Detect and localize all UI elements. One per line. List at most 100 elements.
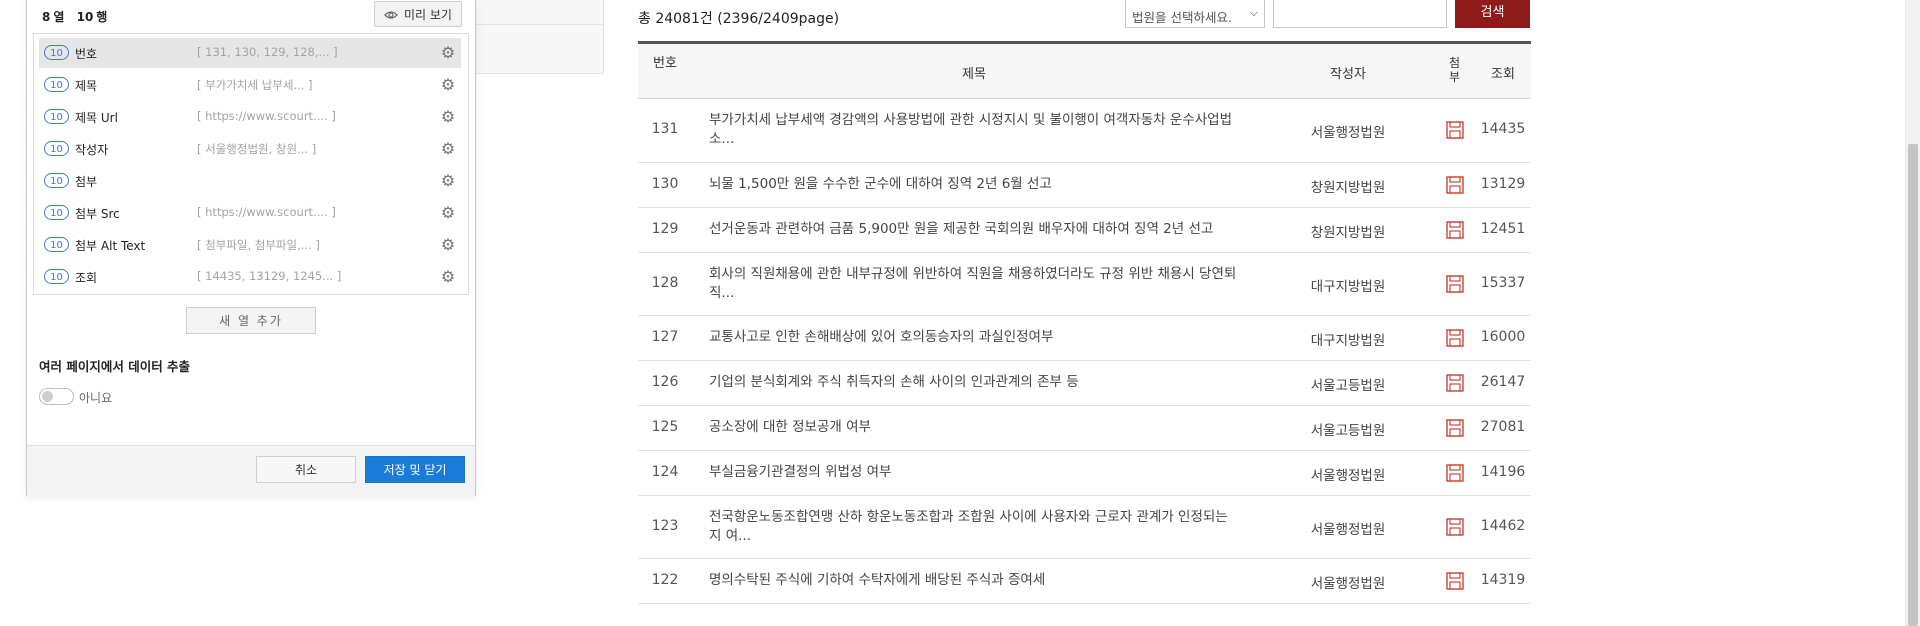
- row-title-link[interactable]: 회사의 직원채용에 관한 내부규정에 위반하여 직원을 채용하였더라도 규정 위…: [709, 265, 1239, 303]
- save-and-close-button[interactable]: 저장 및 닫기: [365, 456, 465, 483]
- table-row: 127 교통사고로 인한 손해배상에 있어 호의동승자의 과실인정여부 대구지방…: [638, 316, 1531, 361]
- field-sample: [ https://www.scourt.... ]: [197, 109, 336, 123]
- header-title: 제목: [962, 67, 986, 82]
- header-attach: 첨부: [1448, 56, 1461, 84]
- gear-icon[interactable]: ⚙: [439, 76, 457, 94]
- field-row[interactable]: 10 제목 Url [ https://www.scourt.... ] ⚙: [39, 102, 461, 132]
- attachment-icon[interactable]: [1445, 418, 1465, 438]
- scrollbar-thumb[interactable]: [1908, 144, 1918, 626]
- row-writer: 대구지방법원: [1310, 333, 1386, 349]
- court-select[interactable]: 법원을 선택하세요. ⌵: [1125, 0, 1265, 28]
- table-row: 126 기업의 분식회계와 주식 취득자의 손해 사이의 인과관계의 존부 등 …: [638, 361, 1531, 406]
- field-name: 조회: [75, 271, 98, 285]
- row-num: 126: [651, 374, 679, 390]
- search-input[interactable]: [1273, 0, 1447, 28]
- field-row[interactable]: 10 첨부 Src [ https://www.scourt.... ] ⚙: [39, 198, 461, 228]
- field-row[interactable]: 10 첨부 ⚙: [39, 166, 461, 196]
- row-num: 125: [651, 419, 679, 435]
- field-row[interactable]: 10 작성자 [ 서울행정법원, 창원... ] ⚙: [39, 134, 461, 164]
- attachment-icon[interactable]: [1445, 328, 1465, 348]
- column-count: 8: [42, 10, 51, 24]
- field-count-badge: 10: [44, 269, 69, 284]
- row-title-link[interactable]: 공소장에 대한 정보공개 여부: [709, 418, 1239, 437]
- field-row[interactable]: 10 제목 [ 부가가치세 납부세... ] ⚙: [39, 70, 461, 100]
- header-num: 번호: [653, 56, 677, 71]
- field-sample: [ 첨부파일, 첨부파일,... ]: [197, 238, 320, 252]
- table-row: 124 부실금융기관결정의 위법성 여부 서울행정법원 14196: [638, 451, 1531, 496]
- page-scrollbar[interactable]: [1905, 0, 1920, 626]
- field-row[interactable]: 10 번호 [ 131, 130, 129, 128,... ] ⚙: [39, 38, 461, 68]
- row-title-link[interactable]: 선거운동과 관련하여 금품 5,900만 원을 제공한 국회의원 배우자에 대하…: [709, 220, 1239, 239]
- row-writer: 서울고등법원: [1310, 423, 1386, 439]
- row-num: 122: [651, 572, 679, 588]
- gear-icon[interactable]: ⚙: [439, 140, 457, 158]
- table-header: 번호 제목 작성자 첨부 조회: [638, 41, 1531, 99]
- attachment-icon[interactable]: [1445, 373, 1465, 393]
- gear-icon[interactable]: ⚙: [439, 268, 457, 286]
- preview-button[interactable]: 미리 보기: [374, 1, 462, 27]
- multi-page-toggle[interactable]: [39, 388, 74, 405]
- field-sample: [ https://www.scourt.... ]: [197, 205, 336, 219]
- gear-icon[interactable]: ⚙: [439, 44, 457, 62]
- add-column-button[interactable]: 새 열 추가: [186, 307, 316, 334]
- row-num: 123: [651, 518, 679, 534]
- toggle-label: 아니요: [79, 391, 113, 405]
- field-count-badge: 10: [44, 45, 69, 60]
- field-sample: [ 부가가치세 납부세... ]: [197, 78, 313, 92]
- field-name: 작성자: [75, 143, 109, 157]
- search-button[interactable]: 검색: [1455, 0, 1530, 28]
- table-row: 125 공소장에 대한 정보공개 여부 서울고등법원 27081: [638, 406, 1531, 451]
- row-title-link[interactable]: 뇌물 1,500만 원을 수수한 군수에 대하여 징역 2년 6월 선고: [709, 175, 1239, 194]
- row-views: 14196: [1480, 464, 1526, 480]
- field-name: 첨부: [75, 175, 98, 189]
- multi-page-title: 여러 페이지에서 데이터 추출: [39, 359, 191, 374]
- row-views: 14319: [1480, 572, 1526, 588]
- field-list: 10 번호 [ 131, 130, 129, 128,... ] ⚙ 10 제목…: [33, 33, 469, 295]
- row-title-link[interactable]: 기업의 분식회계와 주식 취득자의 손해 사이의 인과관계의 존부 등: [709, 373, 1239, 392]
- attachment-icon[interactable]: [1445, 120, 1465, 140]
- background-page-fragment: [474, 24, 604, 74]
- field-sample: [ 14435, 13129, 1245... ]: [197, 269, 342, 283]
- attachment-icon[interactable]: [1445, 175, 1465, 195]
- row-num: 127: [651, 329, 679, 345]
- row-num: 128: [651, 275, 679, 291]
- field-sample: [ 서울행정법원, 창원... ]: [197, 142, 317, 156]
- table-row: 131 부가가치세 납부세액 경감액의 사용방법에 관한 시정지시 및 불이행이…: [638, 99, 1531, 163]
- attachment-icon[interactable]: [1445, 274, 1465, 294]
- gear-icon[interactable]: ⚙: [439, 204, 457, 222]
- field-count-badge: 10: [44, 141, 69, 156]
- panel-footer: 취소 저장 및 닫기: [27, 445, 475, 496]
- field-count-badge: 10: [44, 205, 69, 220]
- row-writer: 창원지방법원: [1310, 225, 1386, 241]
- gear-icon[interactable]: ⚙: [439, 236, 457, 254]
- row-title-link[interactable]: 전국항운노동조합연맹 산하 항운노동조합과 조합원 사이에 사용자와 근로자 관…: [709, 508, 1239, 546]
- attachment-icon[interactable]: [1445, 571, 1465, 591]
- row-title-link[interactable]: 부가가치세 납부세액 경감액의 사용방법에 관한 시정지시 및 불이행이 여객자…: [709, 111, 1239, 149]
- row-title-link[interactable]: 명의수탁된 주식에 기하여 수탁자에게 배당된 주식과 증여세: [709, 571, 1239, 590]
- row-title-link[interactable]: 부실금융기관결정의 위법성 여부: [709, 463, 1239, 482]
- cancel-button[interactable]: 취소: [256, 456, 356, 483]
- field-row[interactable]: 10 조회 [ 14435, 13129, 1245... ] ⚙: [39, 262, 461, 292]
- attachment-icon[interactable]: [1445, 463, 1465, 483]
- field-name: 제목 Url: [75, 111, 118, 125]
- attachment-icon[interactable]: [1445, 517, 1465, 537]
- row-num: 129: [651, 221, 679, 237]
- row-writer: 서울행정법원: [1310, 468, 1386, 484]
- chevron-down-icon: ⌵: [1249, 6, 1258, 19]
- row-writer: 서울고등법원: [1310, 378, 1386, 394]
- gear-icon[interactable]: ⚙: [439, 172, 457, 190]
- row-views: 12451: [1480, 221, 1526, 237]
- field-row[interactable]: 10 첨부 Alt Text [ 첨부파일, 첨부파일,... ] ⚙: [39, 230, 461, 260]
- field-count-badge: 10: [44, 237, 69, 252]
- row-num: 130: [651, 176, 679, 192]
- row-writer: 서울행정법원: [1310, 522, 1386, 538]
- row-num: 131: [651, 121, 679, 137]
- row-writer: 대구지방법원: [1310, 279, 1386, 295]
- row-views: 13129: [1480, 176, 1526, 192]
- row-writer: 서울행정법원: [1310, 125, 1386, 141]
- gear-icon[interactable]: ⚙: [439, 108, 457, 126]
- row-count: 10: [76, 10, 94, 24]
- attachment-icon[interactable]: [1445, 220, 1465, 240]
- field-name: 첨부 Src: [75, 207, 120, 221]
- row-title-link[interactable]: 교통사고로 인한 손해배상에 있어 호의동승자의 과실인정여부: [709, 328, 1239, 347]
